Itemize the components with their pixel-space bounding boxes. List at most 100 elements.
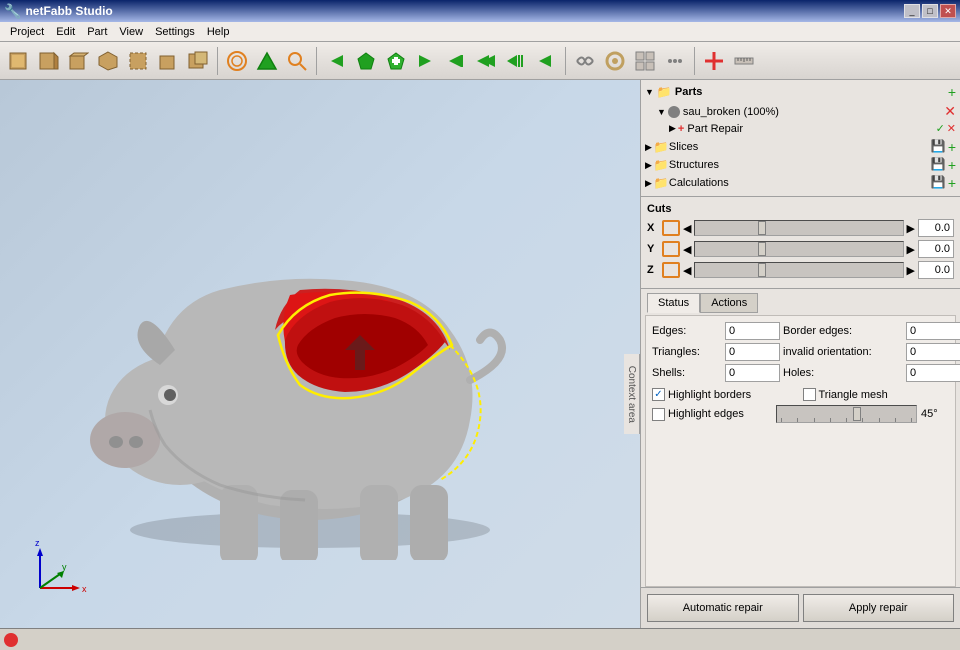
angle-ticks	[777, 418, 916, 422]
ring-tool-button[interactable]	[601, 47, 629, 75]
automatic-repair-button[interactable]: Automatic repair	[647, 594, 799, 622]
close-button[interactable]: ✕	[940, 4, 956, 18]
triangle-mesh-checkbox[interactable]	[803, 388, 816, 401]
cut-z-left-arrow[interactable]: ◀	[683, 264, 691, 277]
view-side-button[interactable]	[34, 47, 62, 75]
border-edges-label: Border edges:	[783, 325, 903, 337]
maximize-button[interactable]: □	[922, 4, 938, 18]
viewport[interactable]: z x y Context area	[0, 80, 640, 628]
view-back-button[interactable]	[124, 47, 152, 75]
cut-x-toggle[interactable]	[662, 220, 680, 236]
cut-z-slider[interactable]	[694, 262, 903, 278]
toolbar	[0, 42, 960, 80]
highlight-borders-checkbox-container[interactable]: Highlight borders	[652, 388, 799, 401]
calculations-row[interactable]: ▶ 📁 Calculations 💾 +	[645, 174, 956, 192]
main-content: z x y Context area ▼ 📁 Parts	[0, 80, 960, 628]
add-button[interactable]	[382, 47, 410, 75]
bottom-buttons: Automatic repair Apply repair	[641, 587, 960, 628]
structures-save-button[interactable]: 💾	[931, 157, 946, 173]
tab-bar: Status Actions	[647, 293, 954, 313]
sphere-tool-button[interactable]	[223, 47, 251, 75]
nav-left3-button[interactable]	[472, 47, 500, 75]
arrow-left-button[interactable]	[322, 47, 350, 75]
svg-text:y: y	[62, 562, 67, 572]
slices-save-button[interactable]: 💾	[931, 139, 946, 155]
structures-add-button[interactable]: +	[948, 157, 956, 173]
toolbar-sep-2	[316, 47, 317, 75]
nav-left2-button[interactable]	[442, 47, 470, 75]
cut-y-slider[interactable]	[694, 241, 903, 257]
svg-text:x: x	[82, 584, 87, 594]
view-3d-button[interactable]	[184, 47, 212, 75]
window-controls: _ □ ✕	[904, 4, 956, 18]
repair-row[interactable]: ▶ + Part Repair ✓ ✕	[645, 121, 956, 136]
angle-slider[interactable]	[776, 405, 917, 423]
parts-expand-icon: ▼	[645, 87, 654, 97]
cut-z-toggle[interactable]	[662, 262, 680, 278]
cut-x-right-arrow[interactable]: ▶	[907, 222, 915, 235]
slices-add-button[interactable]: +	[948, 139, 956, 155]
highlight-edges-checkbox[interactable]	[652, 408, 665, 421]
cut-y-row: Y ◀ ▶ 0.0	[647, 240, 954, 258]
slices-row[interactable]: ▶ 📁 Slices 💾 +	[645, 138, 956, 156]
apply-repair-button[interactable]: Apply repair	[803, 594, 955, 622]
invalid-orientation-value: 0	[906, 343, 960, 361]
calculations-save-button[interactable]: 💾	[931, 175, 946, 191]
add-part-button[interactable]	[700, 47, 728, 75]
nav-left4-button[interactable]	[502, 47, 530, 75]
tab-actions[interactable]: Actions	[700, 293, 758, 313]
tab-status[interactable]: Status	[647, 293, 700, 313]
parts-add-button[interactable]: +	[948, 84, 956, 100]
grid-tool-button[interactable]	[631, 47, 659, 75]
part-color-icon	[668, 106, 680, 118]
part-remove-button[interactable]: ✕	[944, 103, 956, 120]
menu-part[interactable]: Part	[81, 24, 113, 40]
calculations-add-button[interactable]: +	[948, 175, 956, 191]
menu-settings[interactable]: Settings	[149, 24, 201, 40]
menu-help[interactable]: Help	[201, 24, 236, 40]
cut-z-right-arrow[interactable]: ▶	[907, 264, 915, 277]
repair-label: Part Repair	[687, 123, 743, 135]
menu-bar: Project Edit Part View Settings Help	[0, 22, 960, 42]
part-expand-icon: ▼	[657, 107, 666, 117]
cut-y-label: Y	[647, 243, 659, 255]
merge-tool-button[interactable]	[571, 47, 599, 75]
menu-view[interactable]: View	[113, 24, 149, 40]
cut-y-toggle[interactable]	[662, 241, 680, 257]
menu-edit[interactable]: Edit	[50, 24, 81, 40]
nav-right-button[interactable]	[412, 47, 440, 75]
cut-x-value[interactable]: 0.0	[918, 219, 954, 237]
view-iso-button[interactable]	[94, 47, 122, 75]
part-row[interactable]: ▼ sau_broken (100%) ✕	[645, 102, 956, 121]
toolbar-sep-1	[217, 47, 218, 75]
triangle-mesh-checkbox-container[interactable]: Triangle mesh	[803, 388, 950, 401]
cut-y-left-arrow[interactable]: ◀	[683, 243, 691, 256]
structures-row[interactable]: ▶ 📁 Structures 💾 +	[645, 156, 956, 174]
highlight-borders-label: Highlight borders	[668, 389, 751, 401]
svg-text:z: z	[35, 538, 40, 548]
invalid-orientation-label: invalid orientation:	[783, 346, 903, 358]
context-area-label: Context area	[624, 354, 640, 434]
cut-z-value[interactable]: 0.0	[918, 261, 954, 279]
cut-z-label: Z	[647, 264, 659, 276]
ruler-button[interactable]	[730, 47, 758, 75]
cut-y-value[interactable]: 0.0	[918, 240, 954, 258]
dots-tool-button[interactable]	[661, 47, 689, 75]
magnify-button[interactable]	[283, 47, 311, 75]
cut-y-right-arrow[interactable]: ▶	[907, 243, 915, 256]
view-bottom-button[interactable]	[154, 47, 182, 75]
triangle-tool-button[interactable]	[253, 47, 281, 75]
view-front-button[interactable]	[4, 47, 32, 75]
highlight-borders-checkbox[interactable]	[652, 388, 665, 401]
highlight-edges-checkbox-container[interactable]: Highlight edges	[652, 408, 772, 421]
repair-remove-button[interactable]: ✕	[947, 122, 956, 135]
polygon-select-button[interactable]	[352, 47, 380, 75]
view-top-button[interactable]	[64, 47, 92, 75]
nav-left5-button[interactable]	[532, 47, 560, 75]
cut-x-left-arrow[interactable]: ◀	[683, 222, 691, 235]
cut-x-slider[interactable]	[694, 220, 903, 236]
parts-tree: ▼ 📁 Parts + ▼ sau_broken (100%) ✕ ▶ + Pa…	[641, 80, 960, 197]
axes-indicator: z x y	[30, 538, 90, 598]
minimize-button[interactable]: _	[904, 4, 920, 18]
menu-project[interactable]: Project	[4, 24, 50, 40]
